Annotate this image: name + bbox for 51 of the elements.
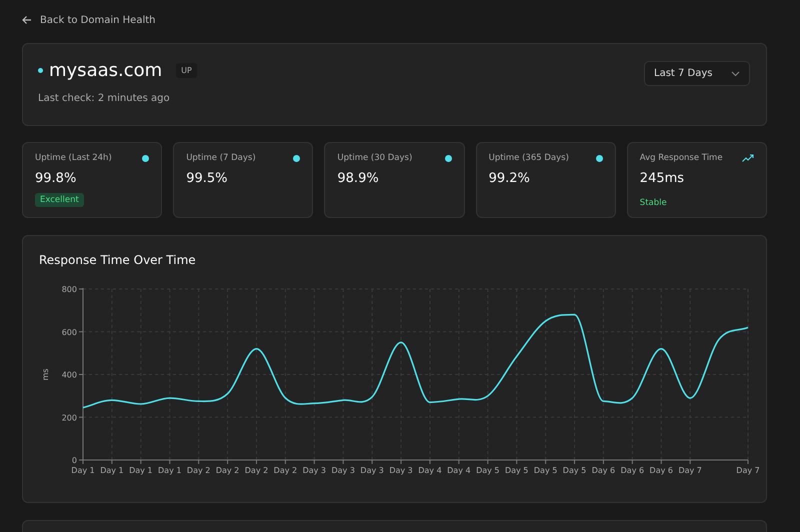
domain-title: mysaas.com xyxy=(49,60,162,81)
x-tick-label: Day 3 xyxy=(389,466,413,475)
y-axis-label: ms xyxy=(41,368,50,380)
x-tick-label: Day 3 xyxy=(332,466,355,475)
trend-text: Stable xyxy=(640,198,667,208)
x-tick-label: Day 6 xyxy=(620,466,644,475)
stat-label: Uptime (365 Days) xyxy=(488,153,569,163)
x-tick-label: Day 5 xyxy=(562,466,586,475)
x-tick-label: Day 2 xyxy=(186,466,210,475)
status-dot xyxy=(38,68,43,73)
chart-title: Response Time Over Time xyxy=(39,253,197,267)
stat-value: 99.2% xyxy=(488,171,530,186)
x-tick-label: Day 3 xyxy=(302,466,326,475)
x-tick-label: Day 3 xyxy=(360,466,384,475)
y-tick-label: 600 xyxy=(62,328,77,337)
x-tick-label: Day 2 xyxy=(274,466,298,475)
stat-label: Uptime (7 Days) xyxy=(186,153,256,163)
chevron-down-icon xyxy=(731,70,740,76)
x-tick-label: Day 7 xyxy=(678,466,702,475)
x-tick-label: Day 6 xyxy=(650,466,673,475)
status-badge: UP xyxy=(176,63,197,78)
stat-label: Uptime (Last 24h) xyxy=(35,153,112,163)
x-tick-label: Day 5 xyxy=(534,466,558,475)
stat-value: 99.5% xyxy=(186,171,228,186)
stat-label: Uptime (30 Days) xyxy=(337,153,412,163)
x-tick-label: Day 5 xyxy=(476,466,500,475)
x-tick-label: Day 1 xyxy=(71,466,95,475)
trending-up-icon xyxy=(742,154,754,162)
x-tick-label: Day 1 xyxy=(158,466,182,475)
x-tick-label: Day 4 xyxy=(418,466,442,475)
x-tick-label: Day 5 xyxy=(504,466,528,475)
last-check-text: Last check: 2 minutes ago xyxy=(38,93,171,104)
x-tick-label: Day 2 xyxy=(216,466,240,475)
y-tick-label: 800 xyxy=(62,285,77,294)
y-tick-label: 400 xyxy=(62,370,77,380)
y-tick-label: 200 xyxy=(62,413,77,422)
period-dropdown[interactable]: Last 7 Days xyxy=(644,61,750,86)
stat-label: Avg Response Time xyxy=(640,153,723,163)
back-arrow-icon xyxy=(22,15,32,25)
stat-value: 99.8% xyxy=(35,171,76,186)
stat-value: 245ms xyxy=(640,171,684,186)
x-tick-label: Day 4 xyxy=(447,466,471,475)
back-link[interactable]: Back to Domain Health xyxy=(22,12,156,28)
x-tick-label: Day 7 xyxy=(736,466,760,475)
stat-value: 98.9% xyxy=(337,171,379,186)
rating-badge: Excellent xyxy=(35,193,84,207)
x-tick-label: Day 1 xyxy=(100,466,124,475)
x-tick-label: Day 1 xyxy=(129,466,153,475)
x-tick-label: Day 2 xyxy=(244,466,268,475)
y-tick-label: 0 xyxy=(72,456,77,465)
x-tick-label: Day 6 xyxy=(592,466,616,475)
